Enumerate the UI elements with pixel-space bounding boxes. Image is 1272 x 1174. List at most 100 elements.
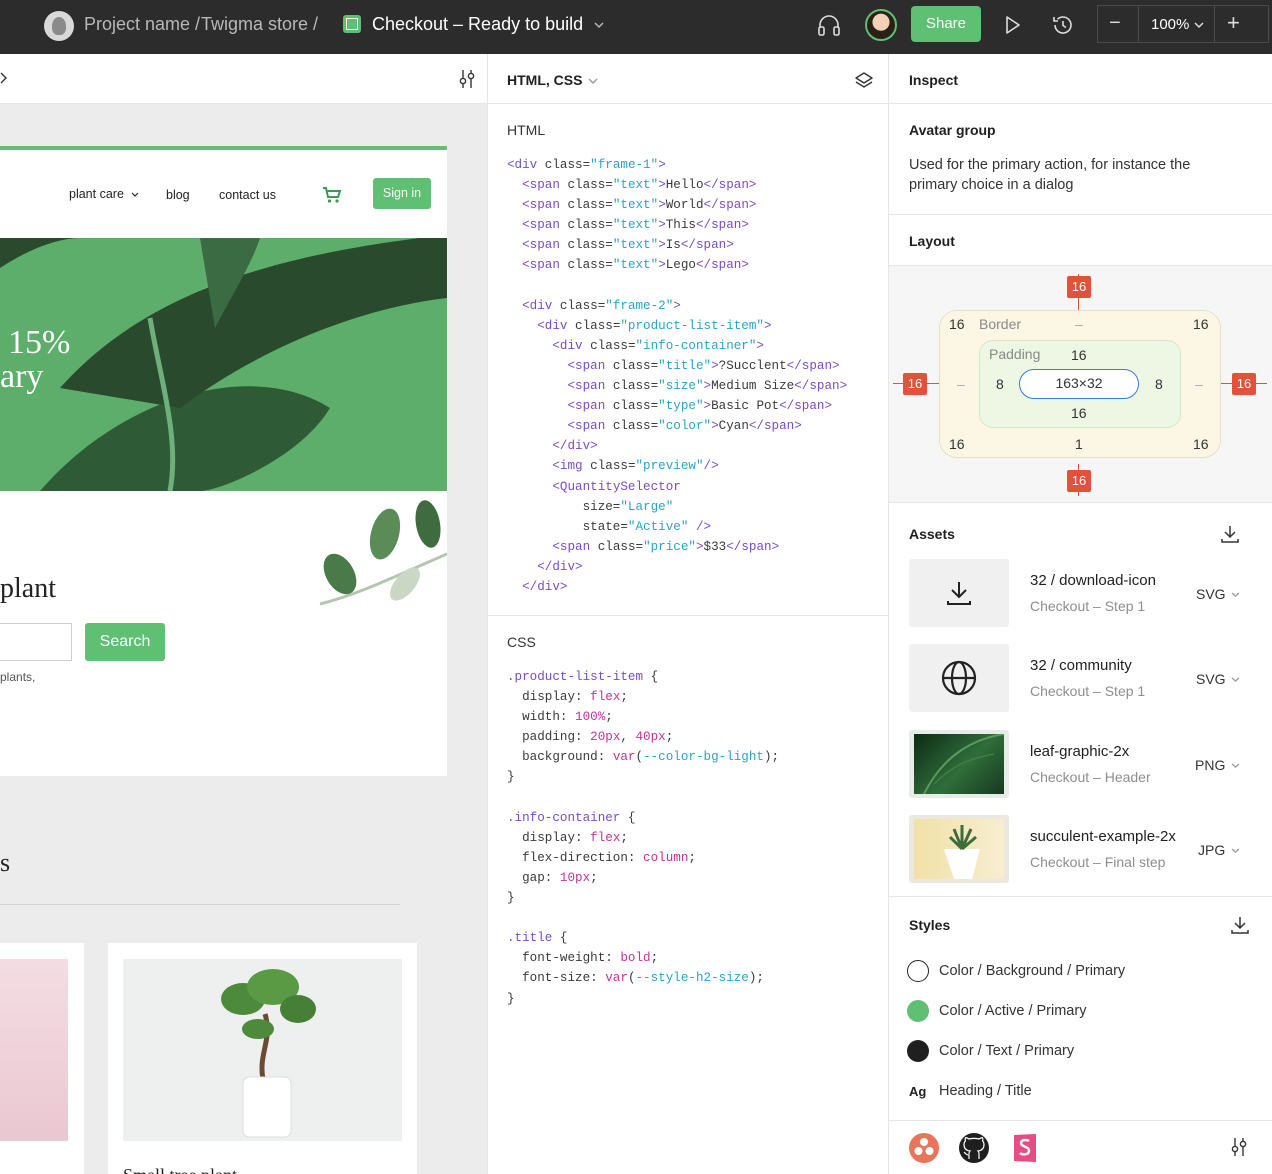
assets-title: Assets bbox=[909, 526, 955, 542]
style-item[interactable]: Color / Text / Primary bbox=[907, 1038, 1237, 1064]
asset-location: Checkout – Step 1 bbox=[1030, 598, 1146, 614]
box-model: 163×32 16 16 16 16 16 Border – 16 – – 16… bbox=[889, 266, 1272, 502]
product-card[interactable]: Small tree plant bbox=[108, 943, 417, 1174]
github-icon[interactable] bbox=[958, 1132, 990, 1164]
signin-button[interactable]: Sign in bbox=[373, 178, 431, 209]
globe-icon bbox=[941, 660, 977, 696]
style-item[interactable]: Color / Background / Primary bbox=[907, 958, 1237, 984]
app-logo-icon[interactable] bbox=[44, 11, 74, 41]
zoom-in-button[interactable]: + bbox=[1227, 10, 1240, 36]
nav-blog[interactable]: blog bbox=[166, 188, 190, 202]
format-chevron-down-icon[interactable] bbox=[1231, 675, 1240, 684]
format-chevron-down-icon[interactable] bbox=[1231, 846, 1240, 855]
language-chevron-down-icon[interactable] bbox=[588, 76, 598, 86]
zoom-out-button[interactable]: − bbox=[1109, 12, 1121, 35]
style-item[interactable]: Color / Active / Primary bbox=[907, 998, 1237, 1024]
chevron-down-icon[interactable] bbox=[594, 20, 604, 30]
asset-format[interactable]: JPG bbox=[1198, 842, 1225, 858]
padding-right-value: 8 bbox=[1155, 376, 1163, 392]
margin-right-value[interactable]: 16 bbox=[1232, 373, 1256, 395]
style-label: Color / Background / Primary bbox=[939, 963, 1126, 979]
history-icon[interactable] bbox=[1050, 12, 1076, 38]
asset-thumb-download bbox=[909, 559, 1009, 627]
share-button[interactable]: Share bbox=[911, 6, 981, 42]
hero-heading-line1: 15% bbox=[8, 324, 71, 361]
play-icon[interactable] bbox=[1003, 14, 1023, 36]
hero-banner: 15% ary bbox=[0, 238, 447, 491]
padding-label: Padding bbox=[989, 346, 1041, 362]
nav-contact-us[interactable]: contact us bbox=[219, 188, 276, 202]
breadcrumb-store[interactable]: Twigma store / bbox=[201, 14, 318, 35]
margin-top-value[interactable]: 16 bbox=[1067, 276, 1091, 298]
zoom-chevron-down-icon[interactable] bbox=[1194, 20, 1204, 30]
style-item[interactable]: Ag Heading / Title bbox=[907, 1078, 1237, 1104]
margin-bottom-value[interactable]: 16 bbox=[1067, 470, 1091, 492]
asset-thumb-leaf bbox=[909, 730, 1009, 798]
plant-heading: plant bbox=[0, 573, 56, 604]
border-bottom-value: 1 bbox=[1075, 436, 1083, 452]
css-code-block[interactable]: .product-list-item { display: flex; widt… bbox=[507, 667, 779, 1009]
product-title[interactable]: Small tree plant bbox=[123, 1165, 237, 1174]
nav-chevron-down-icon[interactable] bbox=[131, 191, 139, 199]
asset-format[interactable]: PNG bbox=[1195, 757, 1225, 773]
asset-location: Checkout – Header bbox=[1030, 769, 1151, 785]
chevron-right-icon[interactable] bbox=[0, 72, 8, 84]
asset-item[interactable]: leaf-graphic-2x Checkout – Header PNG bbox=[909, 730, 1249, 800]
code-panel: HTML, CSS HTML <div class="frame-1"> <sp… bbox=[488, 54, 888, 1174]
radius-top-right: 16 bbox=[1193, 316, 1209, 332]
preview-toolbar bbox=[0, 54, 487, 104]
padding-left-value: 8 bbox=[996, 376, 1004, 392]
style-label: Color / Text / Primary bbox=[939, 1043, 1075, 1059]
storybook-icon[interactable] bbox=[1010, 1132, 1040, 1164]
border-right-value: – bbox=[1195, 376, 1203, 392]
section-heading: s bbox=[0, 848, 11, 877]
text-style-icon: Ag bbox=[909, 1084, 927, 1099]
html-code-block[interactable]: <div class="frame-1"> <span class="text"… bbox=[507, 155, 847, 597]
succulent-image bbox=[914, 819, 1004, 879]
file-title[interactable]: Checkout – Ready to build bbox=[372, 14, 583, 35]
search-button[interactable]: Search bbox=[85, 623, 165, 661]
asset-name: 32 / community bbox=[1030, 657, 1132, 674]
html-section-title: HTML bbox=[507, 122, 546, 138]
component-name: Avatar group bbox=[909, 122, 996, 138]
leaf-graphic-image bbox=[914, 734, 1004, 794]
search-input[interactable] bbox=[0, 623, 72, 661]
content-size[interactable]: 163×32 bbox=[1019, 369, 1139, 399]
asset-item[interactable]: 32 / community Checkout – Step 1 SVG bbox=[909, 644, 1249, 714]
frame-icon bbox=[343, 15, 361, 33]
zoom-value[interactable]: 100% bbox=[1151, 16, 1189, 33]
asset-name: leaf-graphic-2x bbox=[1030, 743, 1130, 760]
integration-app-icon[interactable] bbox=[908, 1132, 940, 1164]
asset-name: 32 / download-icon bbox=[1030, 572, 1156, 589]
user-avatar[interactable] bbox=[865, 9, 897, 41]
asset-location: Checkout – Step 1 bbox=[1030, 683, 1146, 699]
adjust-icon[interactable] bbox=[457, 68, 477, 90]
breadcrumb-project[interactable]: Project name / bbox=[84, 14, 200, 35]
asset-format[interactable]: SVG bbox=[1196, 671, 1226, 687]
top-bar: Project name / Twigma store / Checkout –… bbox=[0, 0, 1272, 54]
asset-format[interactable]: SVG bbox=[1196, 586, 1226, 602]
download-assets-icon[interactable] bbox=[1220, 524, 1240, 544]
language-select[interactable]: HTML, CSS bbox=[507, 72, 582, 88]
format-chevron-down-icon[interactable] bbox=[1231, 761, 1240, 770]
border-label: Border bbox=[979, 316, 1022, 332]
asset-name: succulent-example-2x bbox=[1030, 828, 1176, 845]
cart-icon[interactable] bbox=[322, 186, 342, 204]
margin-left-value[interactable]: 16 bbox=[903, 373, 927, 395]
format-chevron-down-icon[interactable] bbox=[1231, 590, 1240, 599]
css-section-title: CSS bbox=[507, 634, 536, 650]
download-styles-icon[interactable] bbox=[1230, 915, 1250, 935]
leaf-branch-illustration bbox=[319, 500, 447, 606]
settings-adjust-icon[interactable] bbox=[1229, 1136, 1249, 1158]
product-card-left[interactable] bbox=[0, 943, 84, 1174]
nav-plant-care[interactable]: plant care bbox=[69, 187, 124, 201]
asset-item[interactable]: succulent-example-2x Checkout – Final st… bbox=[909, 815, 1249, 885]
component-description: Used for the primary action, for instanc… bbox=[909, 157, 1191, 193]
monstera-leaf-illustration bbox=[0, 238, 447, 491]
headphones-icon[interactable] bbox=[816, 12, 842, 38]
search-hint: plants, bbox=[0, 670, 36, 684]
asset-thumb-succulent bbox=[909, 815, 1009, 883]
layers-icon[interactable] bbox=[854, 70, 874, 90]
radius-bottom-right: 16 bbox=[1193, 436, 1209, 452]
asset-item[interactable]: 32 / download-icon Checkout – Step 1 SVG bbox=[909, 559, 1249, 629]
